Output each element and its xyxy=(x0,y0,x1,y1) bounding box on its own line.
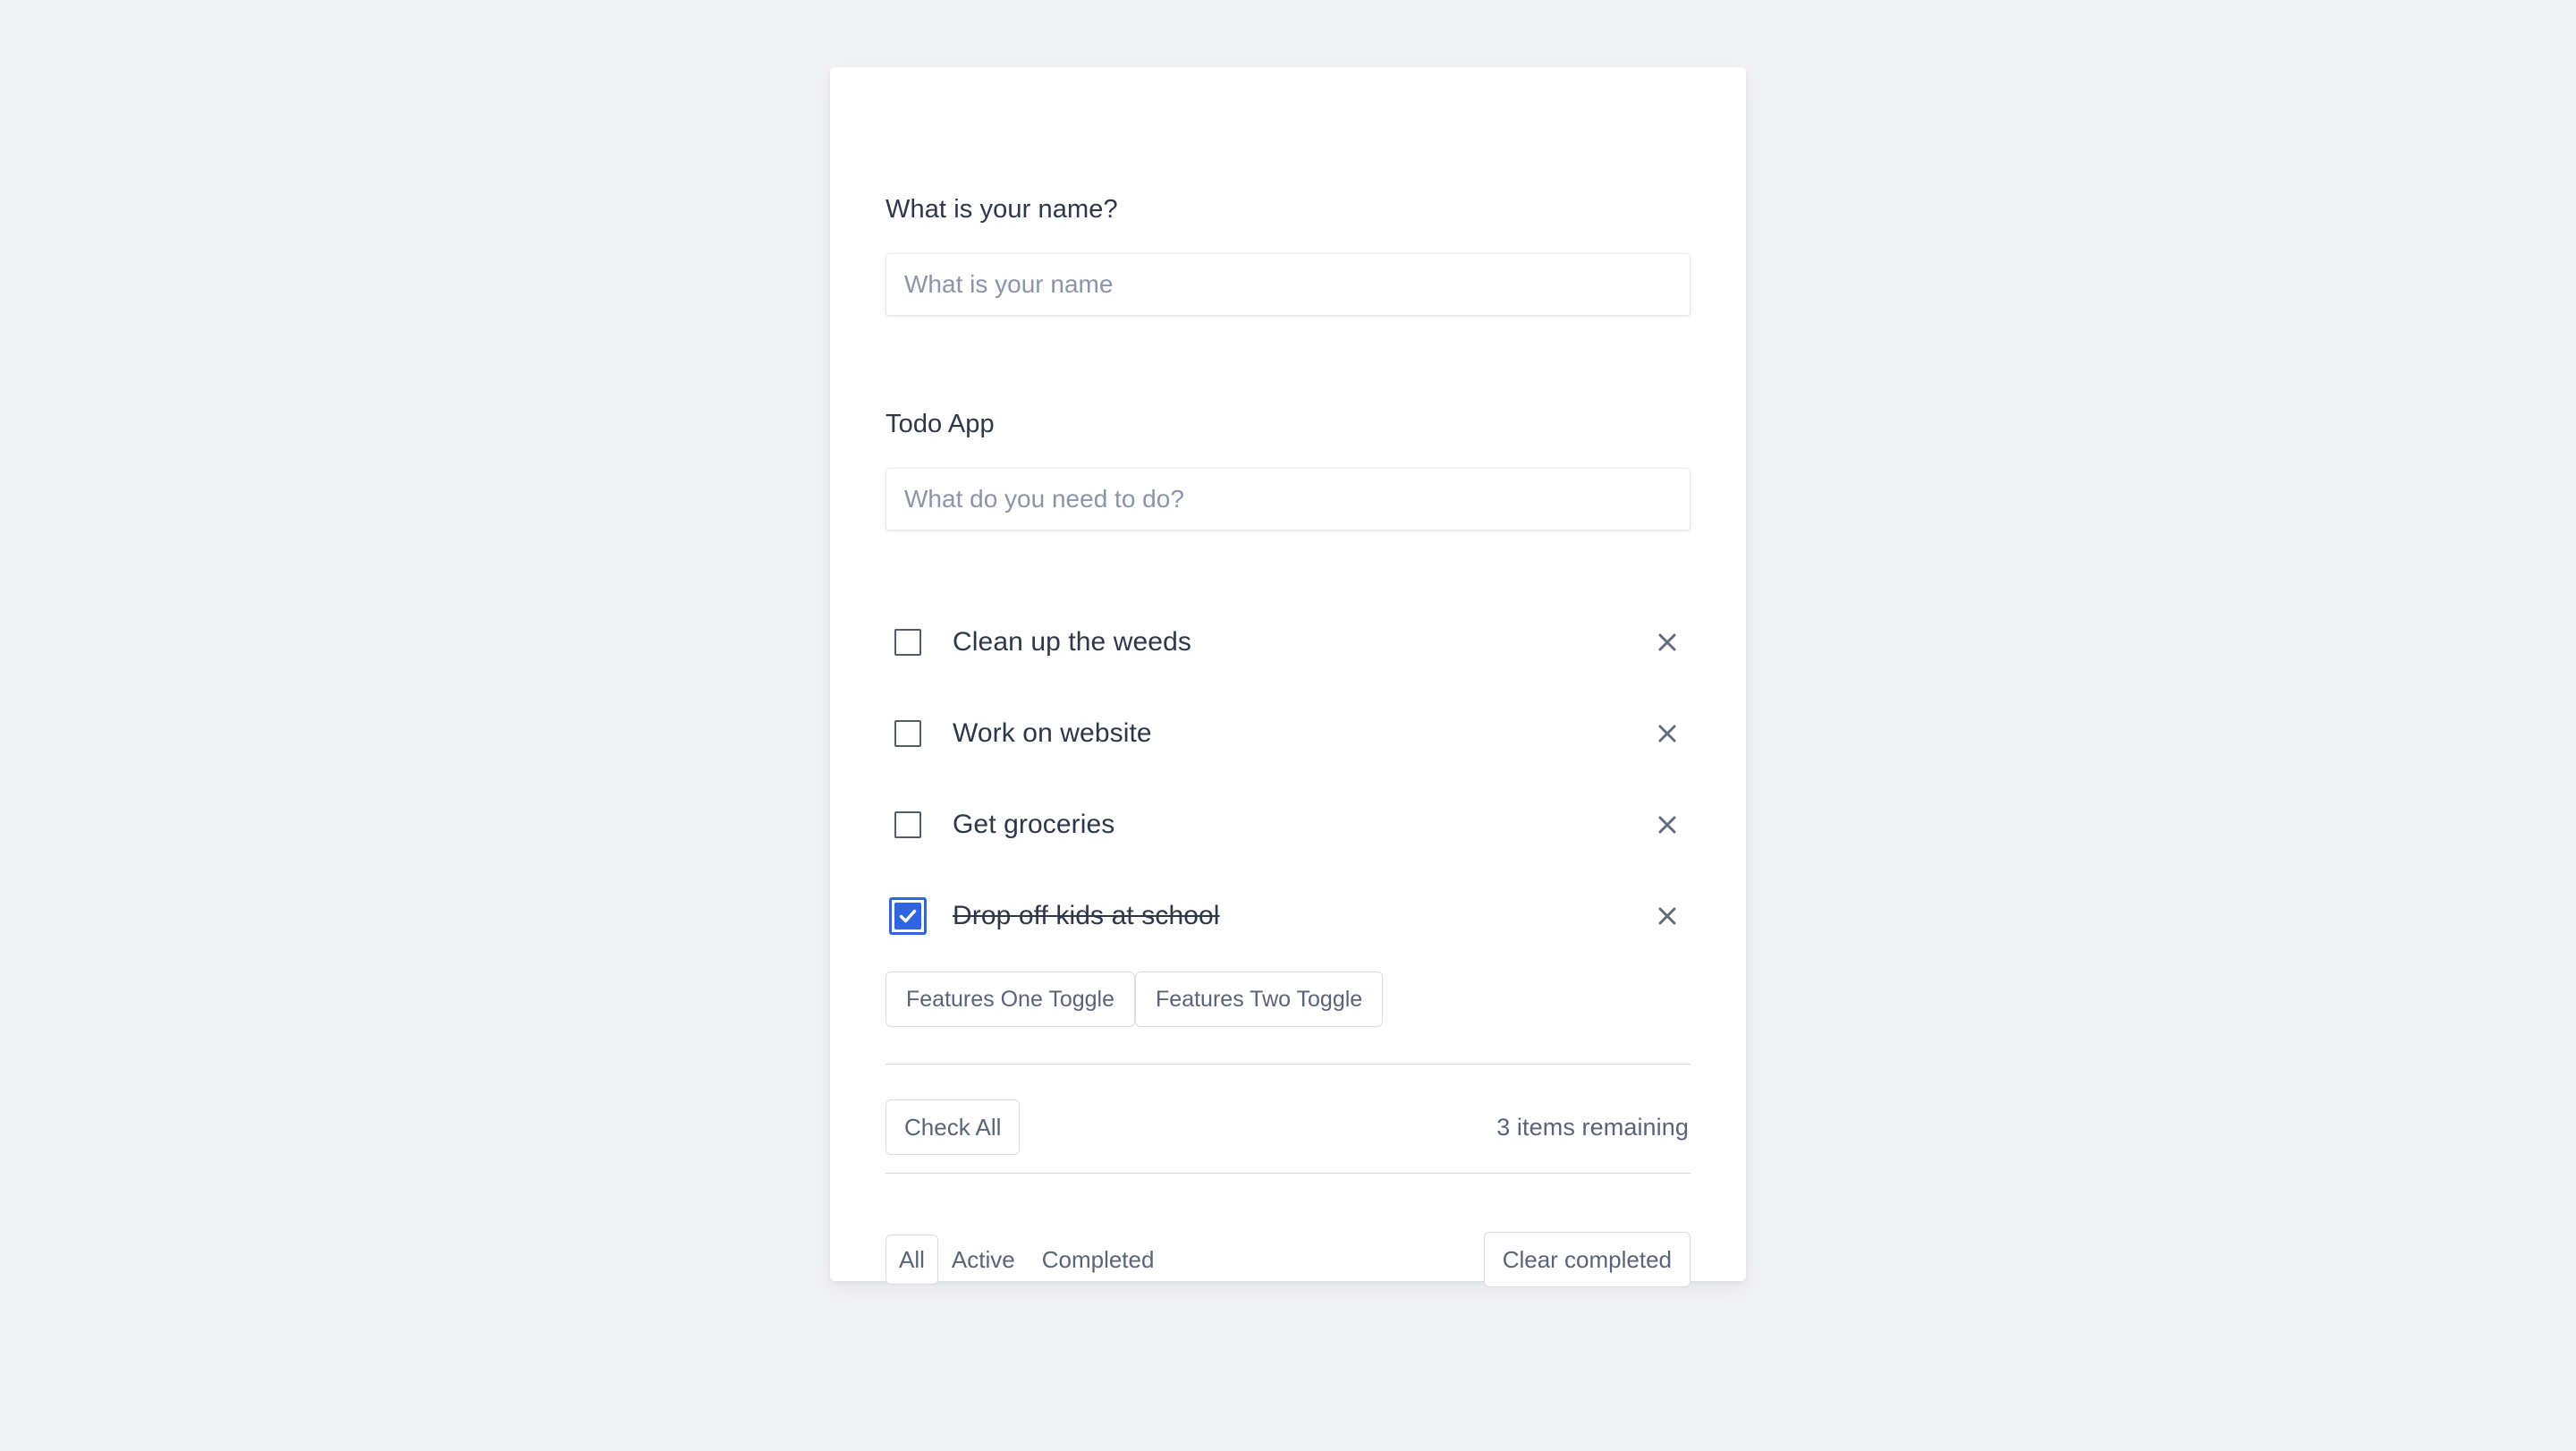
todo-item: Drop off kids at school xyxy=(886,870,1690,962)
close-icon[interactable] xyxy=(1649,624,1685,660)
name-input[interactable] xyxy=(886,253,1690,316)
todo-list: Clean up the weeds Work on website Get gro… xyxy=(886,597,1690,962)
check-icon xyxy=(894,903,921,929)
filter-completed-button[interactable]: Completed xyxy=(1029,1235,1168,1285)
new-todo-input[interactable] xyxy=(886,468,1690,530)
todo-checkbox[interactable] xyxy=(894,720,921,747)
items-remaining-label: 3 items remaining xyxy=(1496,1113,1689,1141)
features-two-toggle-button[interactable]: Features Two Toggle xyxy=(1135,972,1384,1027)
todo-item-label: Clean up the weeds xyxy=(953,627,1191,657)
card-content: What is your name? Todo App Clean up the… xyxy=(886,67,1690,1287)
todo-app-label: Todo App xyxy=(886,410,995,438)
close-icon[interactable] xyxy=(1649,898,1685,934)
filter-row: All Active Completed Clear completed xyxy=(886,1232,1690,1287)
filter-active-button[interactable]: Active xyxy=(938,1235,1029,1285)
todo-item: Work on website xyxy=(886,688,1690,779)
filter-group: All Active Completed xyxy=(886,1235,1167,1285)
divider-bottom xyxy=(886,1173,1690,1174)
todo-item: Get groceries xyxy=(886,779,1690,870)
page-root: What is your name? Todo App Clean up the… xyxy=(0,0,2576,1451)
filter-all-button[interactable]: All xyxy=(886,1235,938,1285)
close-icon[interactable] xyxy=(1649,716,1685,751)
todo-checkbox[interactable] xyxy=(894,811,921,838)
features-one-toggle-button[interactable]: Features One Toggle xyxy=(886,972,1136,1027)
todo-item-label: Work on website xyxy=(953,718,1152,748)
checkbox-box xyxy=(894,629,921,656)
checkbox-box xyxy=(894,811,921,838)
todo-item: Clean up the weeds xyxy=(886,597,1690,688)
name-field-label: What is your name? xyxy=(886,195,1118,224)
divider-top xyxy=(886,1064,1690,1065)
todo-card: What is your name? Todo App Clean up the… xyxy=(830,67,1746,1287)
clear-completed-button[interactable]: Clear completed xyxy=(1483,1232,1690,1287)
todo-item-label: Drop off kids at school xyxy=(953,901,1220,930)
actions-row: Check All 3 items remaining xyxy=(886,1099,1690,1155)
close-icon[interactable] xyxy=(1649,807,1685,843)
checkbox-box xyxy=(894,720,921,747)
feature-toggle-group: Features One Toggle Features Two Toggle xyxy=(886,972,1384,1027)
todo-item-label: Get groceries xyxy=(953,810,1115,839)
todo-checkbox[interactable] xyxy=(889,897,927,935)
check-all-button[interactable]: Check All xyxy=(886,1099,1021,1155)
todo-checkbox[interactable] xyxy=(894,629,921,656)
